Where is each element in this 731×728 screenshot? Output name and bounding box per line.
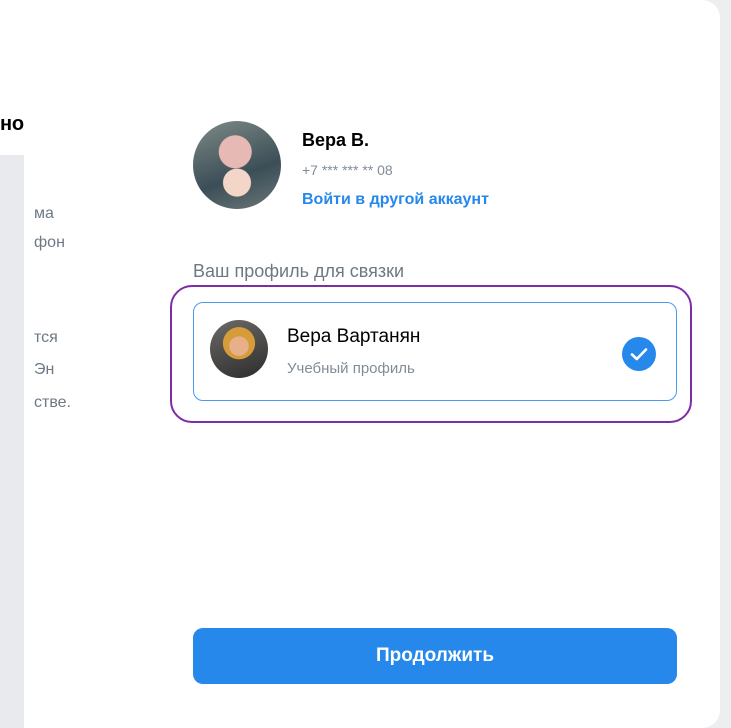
account-name: Вера В. [302,130,370,150]
left-heading: но [0,113,24,135]
left-text-line: тся [34,329,58,346]
profile-section-title: Ваш профиль для связки [193,261,405,281]
continue-button[interactable]: Продолжить [193,628,677,684]
left-text-line: Эн [34,361,55,378]
profile-option-card[interactable]: Вера Вартанян Учебный профиль [193,302,677,401]
left-text-line: ма [34,205,54,222]
check-icon [622,337,656,371]
switch-account-link[interactable]: Войти в другой аккаунт [302,191,489,209]
account-phone: +7 *** *** ** 08 [302,162,393,178]
left-scroll-strip [0,155,24,728]
profile-subtitle: Учебный профиль [287,360,415,377]
left-panel: но ма фон тся Эн стве. [0,0,148,728]
left-text-line: стве. [34,394,71,411]
left-text-line: фон [34,234,65,251]
profile-name: Вера Вартанян [287,326,421,347]
account-avatar [193,121,281,209]
profile-avatar [210,320,268,378]
